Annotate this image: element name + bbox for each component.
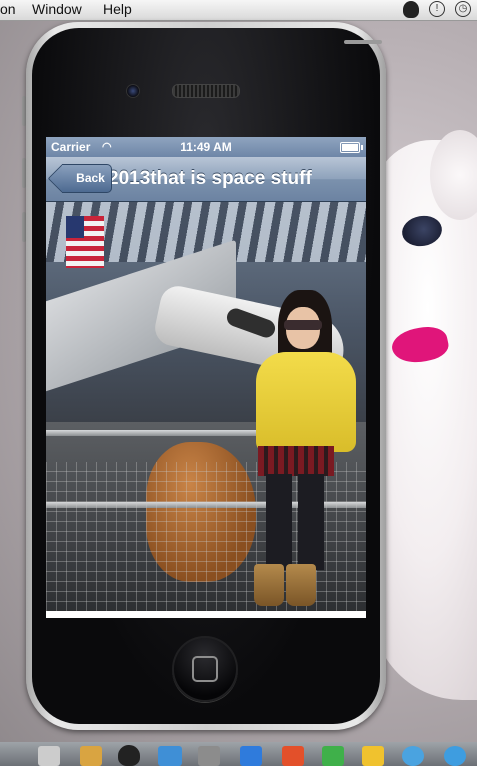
dock-app-icon[interactable] [38,746,60,766]
back-button[interactable]: Back [56,157,116,201]
photo-image[interactable] [46,202,366,611]
iphone-screen: Carrier ◠ 11:49 AM Back 2013that is spac… [46,137,366,618]
menu-item-help[interactable]: Help [103,1,132,17]
ios-status-bar: Carrier ◠ 11:49 AM [46,137,366,157]
mac-menu-bar: on Window Help ! ◷ [0,0,477,21]
status-time: 11:49 AM [180,140,232,154]
dock-app-icon[interactable] [240,746,262,766]
nav-title: 2013that is space stuff [108,168,312,189]
photo-person-legs [266,474,324,570]
power-button [344,40,382,44]
dock-app-icon[interactable] [362,746,384,766]
front-camera-icon [126,84,140,98]
menu-item-window[interactable]: Window [32,1,82,17]
alert-icon[interactable]: ! [429,1,445,17]
home-square-icon [192,656,218,682]
home-button[interactable] [172,636,238,702]
dock-app-icon[interactable] [158,746,182,766]
qq-penguin-icon[interactable] [403,1,419,18]
battery-icon [340,142,363,153]
navigation-bar: Back 2013that is space stuff [46,157,366,202]
time-machine-icon[interactable]: ◷ [455,1,471,17]
dock-app-icon[interactable] [322,746,344,766]
dock-app-icon[interactable] [282,746,304,766]
photo-person-sunglasses [284,320,322,330]
mac-dock [0,742,477,766]
photo-person-skirt [258,446,334,476]
photo-person-boot-left [254,564,284,606]
dock-app-icon[interactable] [198,746,220,766]
dock-app-icon[interactable] [402,746,424,766]
dock-app-icon[interactable] [80,746,102,766]
dock-app-icon[interactable] [444,746,466,766]
photo-us-flag [66,216,104,268]
menu-item-app[interactable]: on [0,1,16,17]
back-button-label[interactable]: Back [62,164,112,193]
dock-app-icon[interactable] [118,745,140,766]
photo-person-boot-right [286,564,316,606]
photo-person-cardigan [256,352,356,452]
earpiece-speaker [172,84,240,98]
menu-status-icons: ! ◷ [403,1,471,18]
battery-fill [342,144,358,151]
